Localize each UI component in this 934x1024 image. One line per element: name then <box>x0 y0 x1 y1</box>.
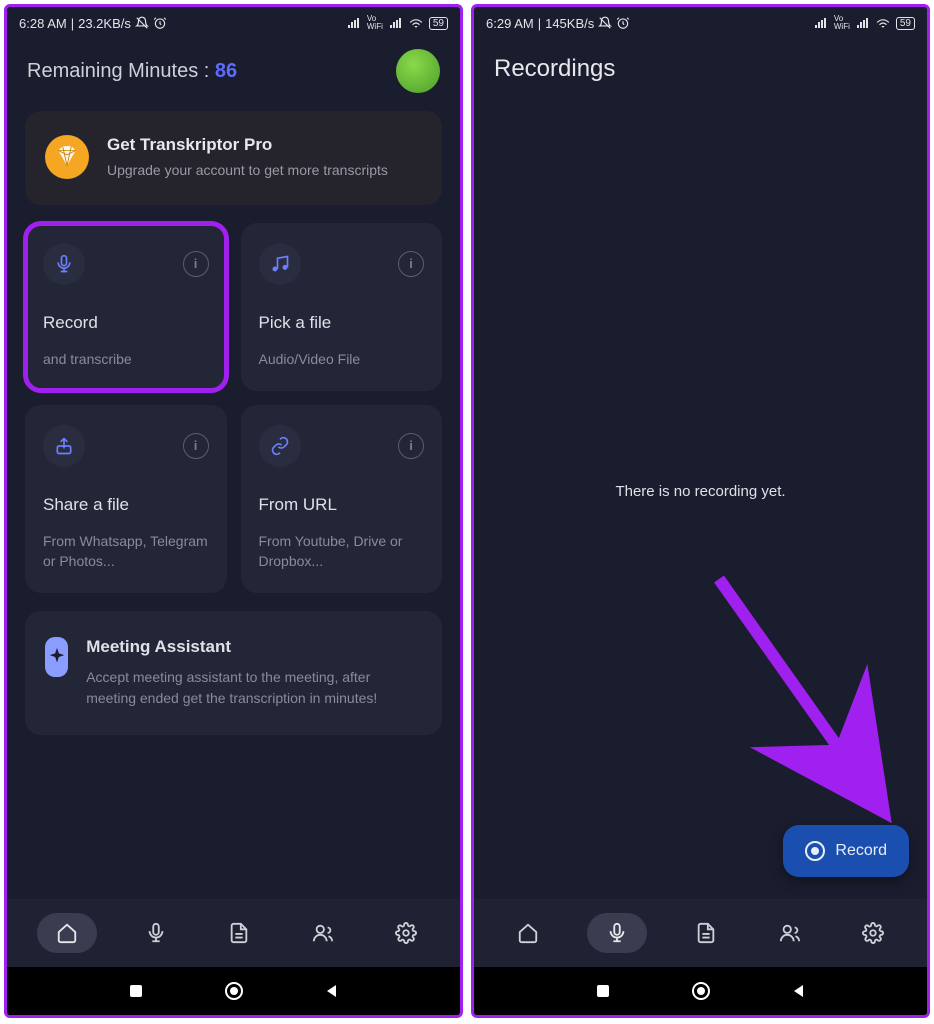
record-card[interactable]: i Record and transcribe <box>25 223 227 391</box>
from-url-card[interactable]: i From URL From Youtube, Drive or Dropbo… <box>241 405 443 594</box>
assistant-sub: Accept meeting assistant to the meeting,… <box>86 667 422 709</box>
pick-file-card[interactable]: i Pick a file Audio/Video File <box>241 223 443 391</box>
nav-files[interactable] <box>215 913 263 953</box>
alarm-icon <box>153 16 167 30</box>
fab-label: Record <box>835 842 887 860</box>
meeting-assistant-card[interactable]: Meeting Assistant Accept meeting assista… <box>25 611 442 735</box>
wifi-icon <box>876 16 890 30</box>
avatar[interactable] <box>396 49 440 93</box>
signal2-icon <box>389 16 403 30</box>
nav-mic[interactable] <box>587 913 647 953</box>
page-title: Recordings <box>474 39 927 83</box>
signal-icon <box>814 16 828 30</box>
status-sep: | <box>538 16 541 31</box>
pro-subtitle: Upgrade your account to get more transcr… <box>107 161 388 181</box>
record-sub: and transcribe <box>43 349 209 369</box>
record-dot-icon <box>805 841 825 861</box>
microphone-icon <box>43 243 85 285</box>
battery-icon: 59 <box>896 17 915 30</box>
info-icon[interactable]: i <box>398 433 424 459</box>
status-time: 6:28 AM <box>19 16 67 31</box>
vowifi-icon: VoWiFi <box>834 15 850 31</box>
nav-people[interactable] <box>766 913 814 953</box>
pick-sub: Audio/Video File <box>259 349 425 369</box>
battery-icon: 59 <box>429 17 448 30</box>
nav-people[interactable] <box>299 913 347 953</box>
statusbar: 6:29 AM | 145KB/s VoWiFi 59 <box>474 7 927 39</box>
share-icon <box>43 425 85 467</box>
bell-off-icon <box>135 16 149 30</box>
url-title: From URL <box>259 495 425 515</box>
alarm-icon <box>616 16 630 30</box>
pro-upgrade-card[interactable]: Get Transkriptor Pro Upgrade your accoun… <box>25 111 442 205</box>
recordings-content: There is no recording yet. Record <box>474 83 927 899</box>
pick-title: Pick a file <box>259 313 425 333</box>
nav-mic[interactable] <box>132 913 180 953</box>
info-icon[interactable]: i <box>398 251 424 277</box>
signal2-icon <box>856 16 870 30</box>
header: Remaining Minutes : 86 <box>7 39 460 97</box>
pro-title: Get Transkriptor Pro <box>107 135 388 155</box>
android-back[interactable] <box>324 983 340 999</box>
bottom-nav <box>7 899 460 967</box>
signal-icon <box>347 16 361 30</box>
screen-recordings: 6:29 AM | 145KB/s VoWiFi 59 Recordings T… <box>471 4 930 1018</box>
diamond-icon <box>45 135 89 179</box>
status-speed: 23.2KB/s <box>78 16 131 31</box>
record-button[interactable]: Record <box>783 825 909 877</box>
android-home[interactable] <box>224 981 244 1001</box>
wifi-icon <box>409 16 423 30</box>
nav-files[interactable] <box>682 913 730 953</box>
android-nav <box>7 967 460 1015</box>
status-time: 6:29 AM <box>486 16 534 31</box>
share-sub: From Whatsapp, Telegram or Photos... <box>43 531 209 572</box>
bottom-nav <box>474 899 927 967</box>
main-content: Get Transkriptor Pro Upgrade your accoun… <box>7 97 460 899</box>
status-sep: | <box>71 16 74 31</box>
android-home[interactable] <box>691 981 711 1001</box>
android-recent[interactable] <box>595 983 611 999</box>
android-nav <box>474 967 927 1015</box>
nav-settings[interactable] <box>382 913 430 953</box>
assistant-title: Meeting Assistant <box>86 637 422 657</box>
screen-home: 6:28 AM | 23.2KB/s VoWiFi 59 Remaining M… <box>4 4 463 1018</box>
vowifi-icon: VoWiFi <box>367 15 383 31</box>
info-icon[interactable]: i <box>183 251 209 277</box>
record-title: Record <box>43 313 209 333</box>
url-sub: From Youtube, Drive or Dropbox... <box>259 531 425 572</box>
status-speed: 145KB/s <box>545 16 594 31</box>
empty-state: There is no recording yet. <box>474 83 927 899</box>
statusbar: 6:28 AM | 23.2KB/s VoWiFi 59 <box>7 7 460 39</box>
music-note-icon <box>259 243 301 285</box>
link-icon <box>259 425 301 467</box>
nav-home[interactable] <box>37 913 97 953</box>
nav-home[interactable] <box>504 913 552 953</box>
remaining-minutes: Remaining Minutes : 86 <box>27 60 237 83</box>
android-recent[interactable] <box>128 983 144 999</box>
share-file-card[interactable]: i Share a file From Whatsapp, Telegram o… <box>25 405 227 594</box>
nav-settings[interactable] <box>849 913 897 953</box>
info-icon[interactable]: i <box>183 433 209 459</box>
android-back[interactable] <box>791 983 807 999</box>
share-title: Share a file <box>43 495 209 515</box>
sparkle-icon <box>45 637 68 677</box>
bell-off-icon <box>598 16 612 30</box>
